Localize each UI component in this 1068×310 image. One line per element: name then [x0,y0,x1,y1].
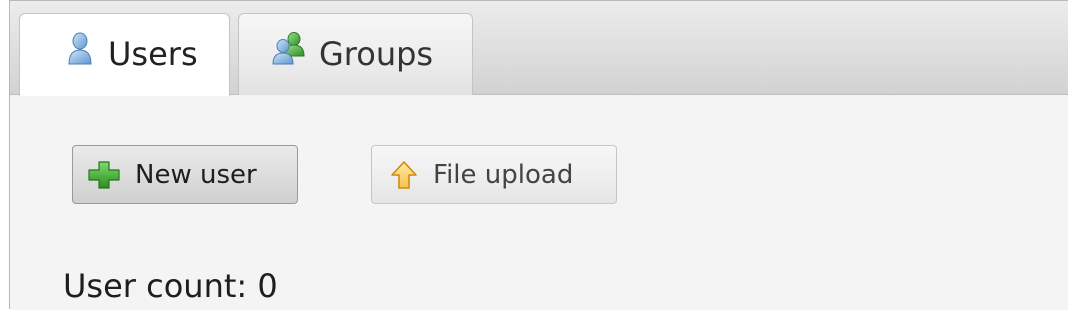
group-icon [272,32,305,66]
plus-icon [87,159,121,191]
file-upload-label: File upload [433,160,574,190]
tab-bar: Users Groups [10,1,1068,96]
upload-arrow-icon [390,160,418,190]
tab-groups[interactable]: Groups [238,13,473,95]
file-upload-button[interactable]: File upload [371,145,617,204]
tab-users[interactable]: Users [19,13,230,96]
user-count-text: User count: 0 [63,267,278,305]
new-user-label: New user [135,160,257,190]
new-user-button[interactable]: New user [72,145,298,204]
tab-groups-label: Groups [319,35,434,73]
tab-users-label: Users [108,35,198,73]
users-groups-panel: Users Groups New user File upload User c… [9,0,1068,310]
users-tab-content: New user File upload User count: 0 [10,95,1068,310]
user-icon [65,32,95,66]
